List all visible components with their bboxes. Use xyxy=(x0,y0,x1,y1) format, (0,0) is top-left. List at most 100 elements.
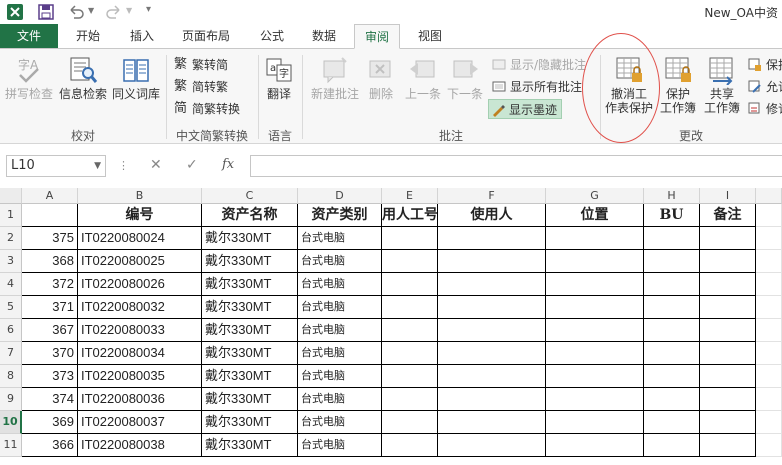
cell[interactable] xyxy=(756,434,782,457)
cell[interactable] xyxy=(700,388,756,411)
cell[interactable]: 374 xyxy=(22,388,78,411)
cell[interactable] xyxy=(546,227,644,250)
show-ink-button[interactable]: 显示墨迹 xyxy=(488,99,563,119)
cell[interactable] xyxy=(382,250,438,273)
cell[interactable]: IT0220080035 xyxy=(78,365,202,388)
cell[interactable] xyxy=(438,411,546,434)
new-comment-button[interactable]: 新建批注 xyxy=(308,55,362,101)
cell[interactable]: 台式电脑 xyxy=(298,273,382,296)
cell[interactable] xyxy=(382,273,438,296)
cell[interactable] xyxy=(438,434,546,457)
cell[interactable]: 戴尔330MT xyxy=(202,434,298,457)
cell[interactable] xyxy=(700,365,756,388)
tab-file[interactable]: 文件 xyxy=(0,24,58,48)
cell[interactable]: 366 xyxy=(22,434,78,457)
cell[interactable] xyxy=(644,273,700,296)
cell[interactable]: 台式电脑 xyxy=(298,388,382,411)
cell[interactable] xyxy=(382,411,438,434)
previous-comment-button[interactable]: 上一条 xyxy=(402,55,444,101)
row-header[interactable]: 10 xyxy=(0,411,22,434)
header-cell[interactable]: 备注 xyxy=(700,204,756,227)
cell[interactable]: 373 xyxy=(22,365,78,388)
row-header[interactable]: 2 xyxy=(0,227,22,250)
share-workbook-button[interactable]: 共享 工作簿 xyxy=(700,55,744,115)
row-header[interactable]: 7 xyxy=(0,342,22,365)
chinese-conversion-button[interactable]: 简 简繁转换 xyxy=(172,99,240,119)
cell[interactable] xyxy=(546,388,644,411)
cell[interactable] xyxy=(438,365,546,388)
cell[interactable] xyxy=(438,250,546,273)
cell[interactable]: IT0220080036 xyxy=(78,388,202,411)
cell[interactable]: 台式电脑 xyxy=(298,250,382,273)
cell[interactable] xyxy=(382,227,438,250)
cell[interactable]: 368 xyxy=(22,250,78,273)
cell[interactable] xyxy=(756,342,782,365)
cell[interactable] xyxy=(700,227,756,250)
cell[interactable] xyxy=(644,296,700,319)
spell-check-button[interactable]: 字A 拼写检查 xyxy=(4,55,54,101)
cell[interactable] xyxy=(700,296,756,319)
cell[interactable]: 台式电脑 xyxy=(298,227,382,250)
simplified-to-traditional-button[interactable]: 繁 简转繁 xyxy=(172,77,228,97)
cell[interactable] xyxy=(438,342,546,365)
cancel-formula-icon[interactable]: ✕ xyxy=(150,157,162,173)
cell[interactable] xyxy=(644,365,700,388)
cell[interactable] xyxy=(382,388,438,411)
cell[interactable] xyxy=(382,342,438,365)
row-header[interactable]: 8 xyxy=(0,365,22,388)
cell[interactable] xyxy=(438,296,546,319)
cell[interactable] xyxy=(756,227,782,250)
row-header[interactable]: 11 xyxy=(0,434,22,457)
tab-view[interactable]: 视图 xyxy=(408,24,452,48)
cell[interactable] xyxy=(756,273,782,296)
tab-data[interactable]: 数据 xyxy=(302,24,346,48)
header-cell[interactable]: BU xyxy=(644,204,700,227)
cell[interactable] xyxy=(382,365,438,388)
column-header-b[interactable]: B xyxy=(78,188,202,204)
cell[interactable]: 台式电脑 xyxy=(298,411,382,434)
cell[interactable]: 372 xyxy=(22,273,78,296)
delete-comment-button[interactable]: 删除 xyxy=(362,55,400,101)
cell[interactable] xyxy=(700,342,756,365)
cell[interactable] xyxy=(644,411,700,434)
column-header-c[interactable]: C xyxy=(202,188,298,204)
tab-insert[interactable]: 插入 xyxy=(120,24,164,48)
cell[interactable]: 戴尔330MT xyxy=(202,319,298,342)
show-all-comments-button[interactable]: 显示所有批注 xyxy=(490,77,582,97)
cell[interactable]: IT0220080025 xyxy=(78,250,202,273)
name-box[interactable]: L10 ▼ xyxy=(6,155,106,177)
undo-icon[interactable] xyxy=(68,3,84,21)
save-icon[interactable] xyxy=(38,3,54,21)
cell[interactable]: IT0220080034 xyxy=(78,342,202,365)
cell[interactable] xyxy=(546,296,644,319)
cell[interactable] xyxy=(644,319,700,342)
cell[interactable]: 371 xyxy=(22,296,78,319)
cell[interactable]: 戴尔330MT xyxy=(202,227,298,250)
cell[interactable] xyxy=(756,296,782,319)
column-header-a[interactable]: A xyxy=(22,188,78,204)
row-header[interactable]: 3 xyxy=(0,250,22,273)
column-header-g[interactable]: G xyxy=(546,188,644,204)
cell[interactable] xyxy=(546,319,644,342)
cell[interactable] xyxy=(22,204,78,227)
name-box-dropdown-icon[interactable]: ▼ xyxy=(94,156,101,176)
allow-edit-ranges-button[interactable]: 允许 xyxy=(746,77,782,97)
row-header[interactable]: 4 xyxy=(0,273,22,296)
tab-formulas[interactable]: 公式 xyxy=(250,24,294,48)
cell[interactable]: IT0220080032 xyxy=(78,296,202,319)
cell[interactable]: 台式电脑 xyxy=(298,365,382,388)
cell[interactable] xyxy=(756,365,782,388)
cell[interactable]: IT0220080026 xyxy=(78,273,202,296)
column-header-i[interactable]: I xyxy=(700,188,756,204)
next-comment-button[interactable]: 下一条 xyxy=(444,55,486,101)
research-button[interactable]: 信息检索 xyxy=(58,55,108,101)
header-cell[interactable]: 使用人 xyxy=(438,204,546,227)
cell[interactable] xyxy=(546,365,644,388)
cell[interactable]: 370 xyxy=(22,342,78,365)
cell[interactable] xyxy=(756,388,782,411)
column-header-e[interactable]: E xyxy=(382,188,438,204)
tab-review[interactable]: 审阅 xyxy=(354,24,400,49)
cell[interactable]: 戴尔330MT xyxy=(202,388,298,411)
cell[interactable] xyxy=(438,227,546,250)
header-cell[interactable]: 编号 xyxy=(78,204,202,227)
